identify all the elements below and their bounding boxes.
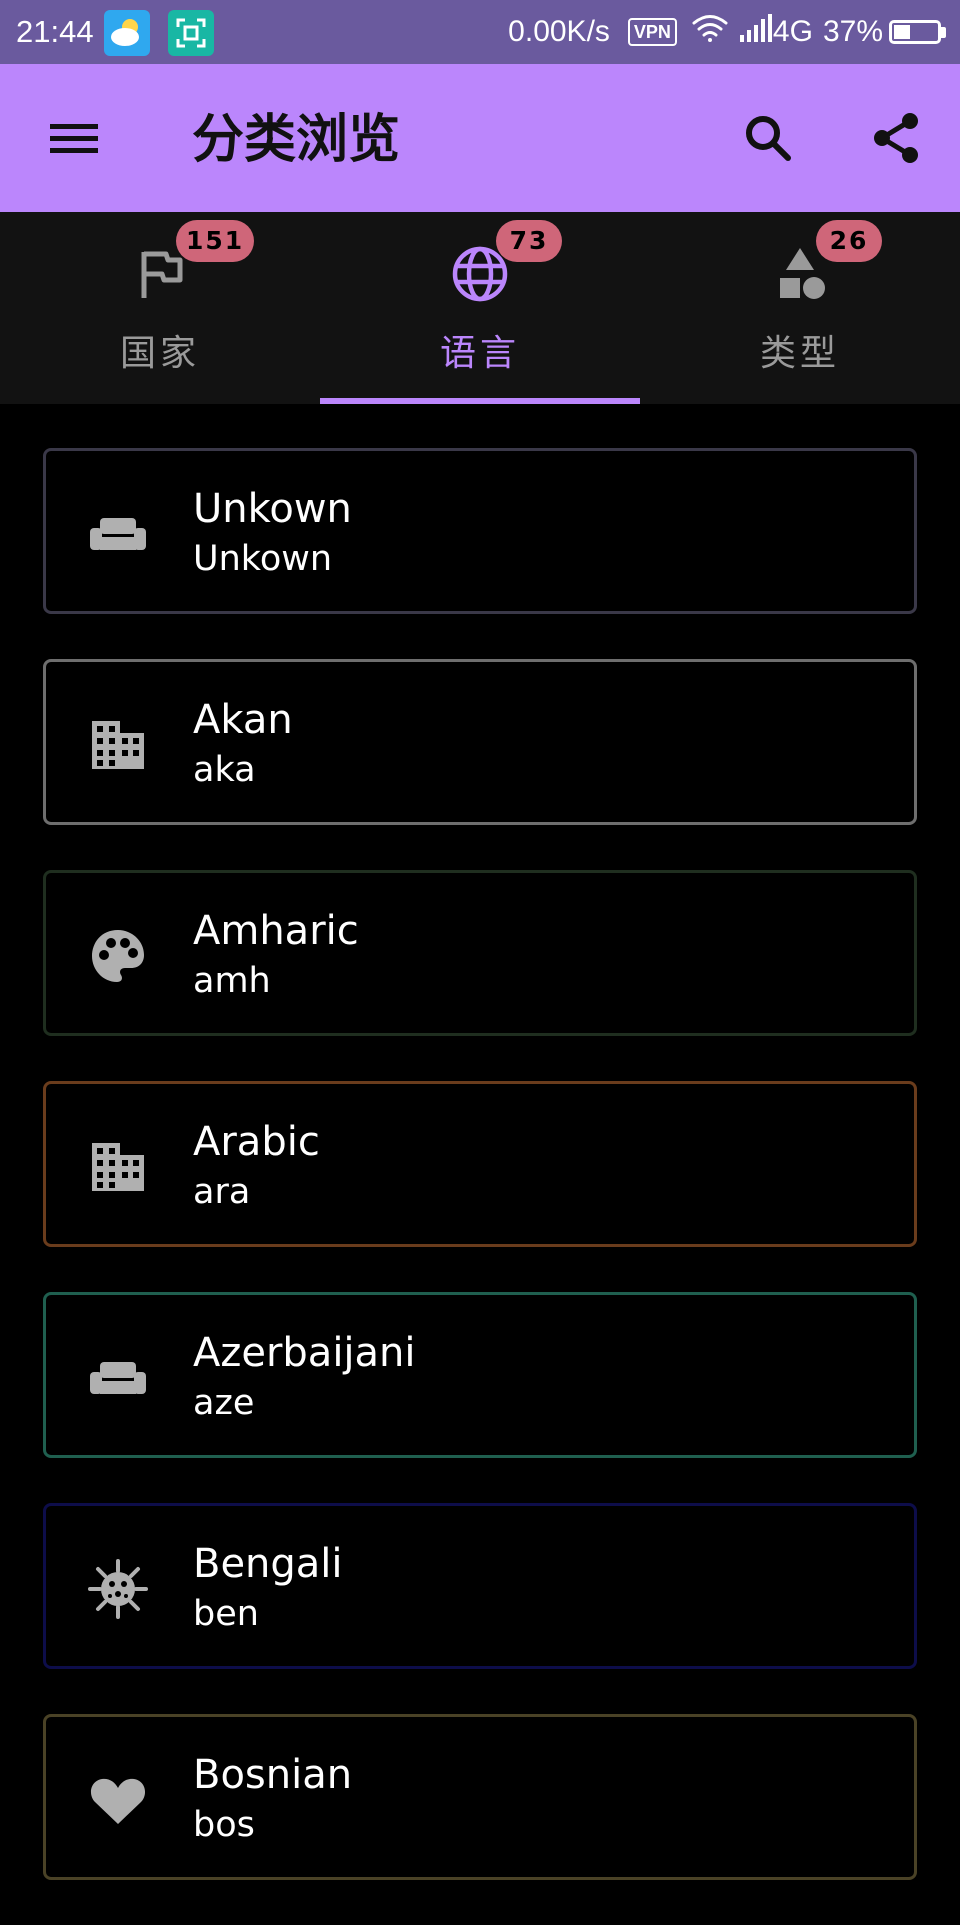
battery-percent: 37% (822, 15, 883, 48)
search-icon[interactable] (736, 106, 800, 170)
list-item[interactable]: Bengali ben (43, 1503, 917, 1669)
language-name: Unkown (193, 486, 352, 532)
tab-language[interactable]: 73 语言 (320, 212, 640, 404)
heart-icon (86, 1768, 150, 1832)
net-speed: 0.00K/s (508, 15, 610, 48)
tab-label: 类型 (759, 333, 840, 374)
status-bar: 21:44 0.00K/s VPN 4G 37% (0, 0, 960, 64)
language-name: Arabic (193, 1119, 320, 1165)
vpn-badge: VPN (627, 18, 677, 46)
language-name: Amharic (193, 908, 359, 954)
list-item[interactable]: Akan aka (43, 659, 917, 825)
tab-label: 国家 (119, 333, 200, 374)
language-list: Unkown Unkown Akan aka Amharic amh Arabi… (43, 448, 917, 1925)
building-icon (86, 713, 150, 777)
tab-bar: 151 国家 73 语言 26 类型 (0, 212, 960, 404)
language-code: aze (193, 1383, 255, 1423)
language-name: Bengali (193, 1541, 343, 1587)
signal-icon (739, 13, 773, 51)
sofa-icon (86, 1346, 150, 1410)
virus-icon (86, 1557, 150, 1621)
palette-icon (86, 924, 150, 988)
menu-icon[interactable] (42, 106, 106, 170)
battery-fill (894, 25, 910, 39)
language-name: Azerbaijani (193, 1330, 416, 1376)
battery-icon (889, 20, 941, 44)
page-title: 分类浏览 (192, 110, 401, 170)
language-code: ara (193, 1172, 251, 1212)
language-name: Akan (193, 697, 293, 743)
list-item[interactable]: Azerbaijani aze (43, 1292, 917, 1458)
scan-app-icon (168, 10, 214, 56)
status-time: 21:44 (16, 14, 94, 49)
language-code: ben (193, 1594, 259, 1634)
tab-label: 语言 (439, 333, 520, 374)
tab-country[interactable]: 151 国家 (0, 212, 320, 404)
language-code: amh (193, 961, 271, 1001)
tab-badge: 73 (496, 220, 562, 262)
network-type: 4G (772, 15, 813, 48)
status-indicators: 0.00K/s VPN 4G 37% (508, 12, 946, 52)
language-code: Unkown (193, 539, 333, 579)
wifi-icon (691, 13, 729, 51)
list-item[interactable]: Amharic amh (43, 870, 917, 1036)
battery-tip (941, 26, 946, 38)
share-icon[interactable] (864, 106, 928, 170)
building-icon (86, 1135, 150, 1199)
language-name: Bosnian (193, 1752, 353, 1798)
list-item[interactable]: Arabic ara (43, 1081, 917, 1247)
tab-badge: 26 (816, 220, 882, 262)
weather-app-icon (104, 10, 150, 56)
sofa-icon (86, 502, 150, 566)
tab-badge: 151 (176, 220, 255, 262)
list-item[interactable]: Unkown Unkown (43, 448, 917, 614)
tab-category[interactable]: 26 类型 (640, 212, 960, 404)
language-code: bos (193, 1805, 255, 1845)
tab-indicator (320, 398, 640, 404)
list-item[interactable]: Bosnian bos (43, 1714, 917, 1880)
app-bar: 分类浏览 (0, 64, 960, 212)
language-code: aka (193, 750, 256, 790)
